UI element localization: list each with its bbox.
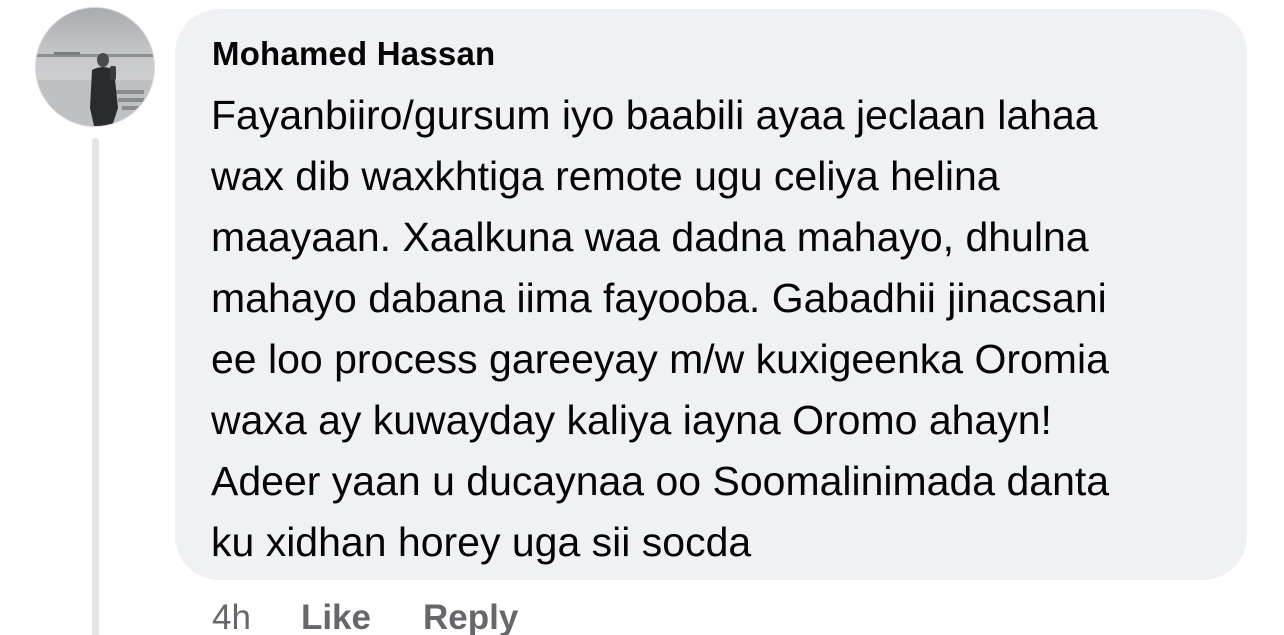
avatar-photo: [36, 8, 154, 126]
comment-text-line: wax dib waxkhtiga remote ugu celiya heli…: [211, 153, 1000, 199]
comment-text-line: Fayanbiiro/gursum iyo baabili ayaa jecla…: [211, 92, 1098, 138]
comment-text-line: mahayo dabana iima fayooba. Gabadhii jin…: [211, 275, 1107, 321]
comment-text-line: ku xidhan horey uga sii socda: [211, 519, 752, 565]
comment-text: Fayanbiiro/gursum iyo baabili ayaa jecla…: [211, 85, 1231, 573]
comment-author[interactable]: Mohamed Hassan: [212, 35, 495, 73]
avatar[interactable]: [36, 8, 154, 126]
comment-text-line: waxa ay kuwayday kaliya iayna Oromo ahay…: [211, 397, 1052, 443]
comment-thread: Mohamed Hassan Fayanbiiro/gursum iyo baa…: [0, 0, 1284, 635]
reply-button[interactable]: Reply: [423, 598, 518, 635]
comment-text-line: maayaan. Xaalkuna waa dadna mahayo, dhul…: [211, 214, 1089, 260]
thread-line: [92, 138, 99, 635]
comment-actions: 4h Like Reply: [212, 596, 518, 635]
comment-timestamp[interactable]: 4h: [212, 598, 251, 635]
comment-text-line: ee loo process gareeyay m/w kuxigeenka O…: [211, 336, 1109, 382]
comment-text-line: Adeer yaan u ducaynaa oo Soomalinimada d…: [211, 458, 1110, 504]
like-button[interactable]: Like: [301, 598, 371, 635]
